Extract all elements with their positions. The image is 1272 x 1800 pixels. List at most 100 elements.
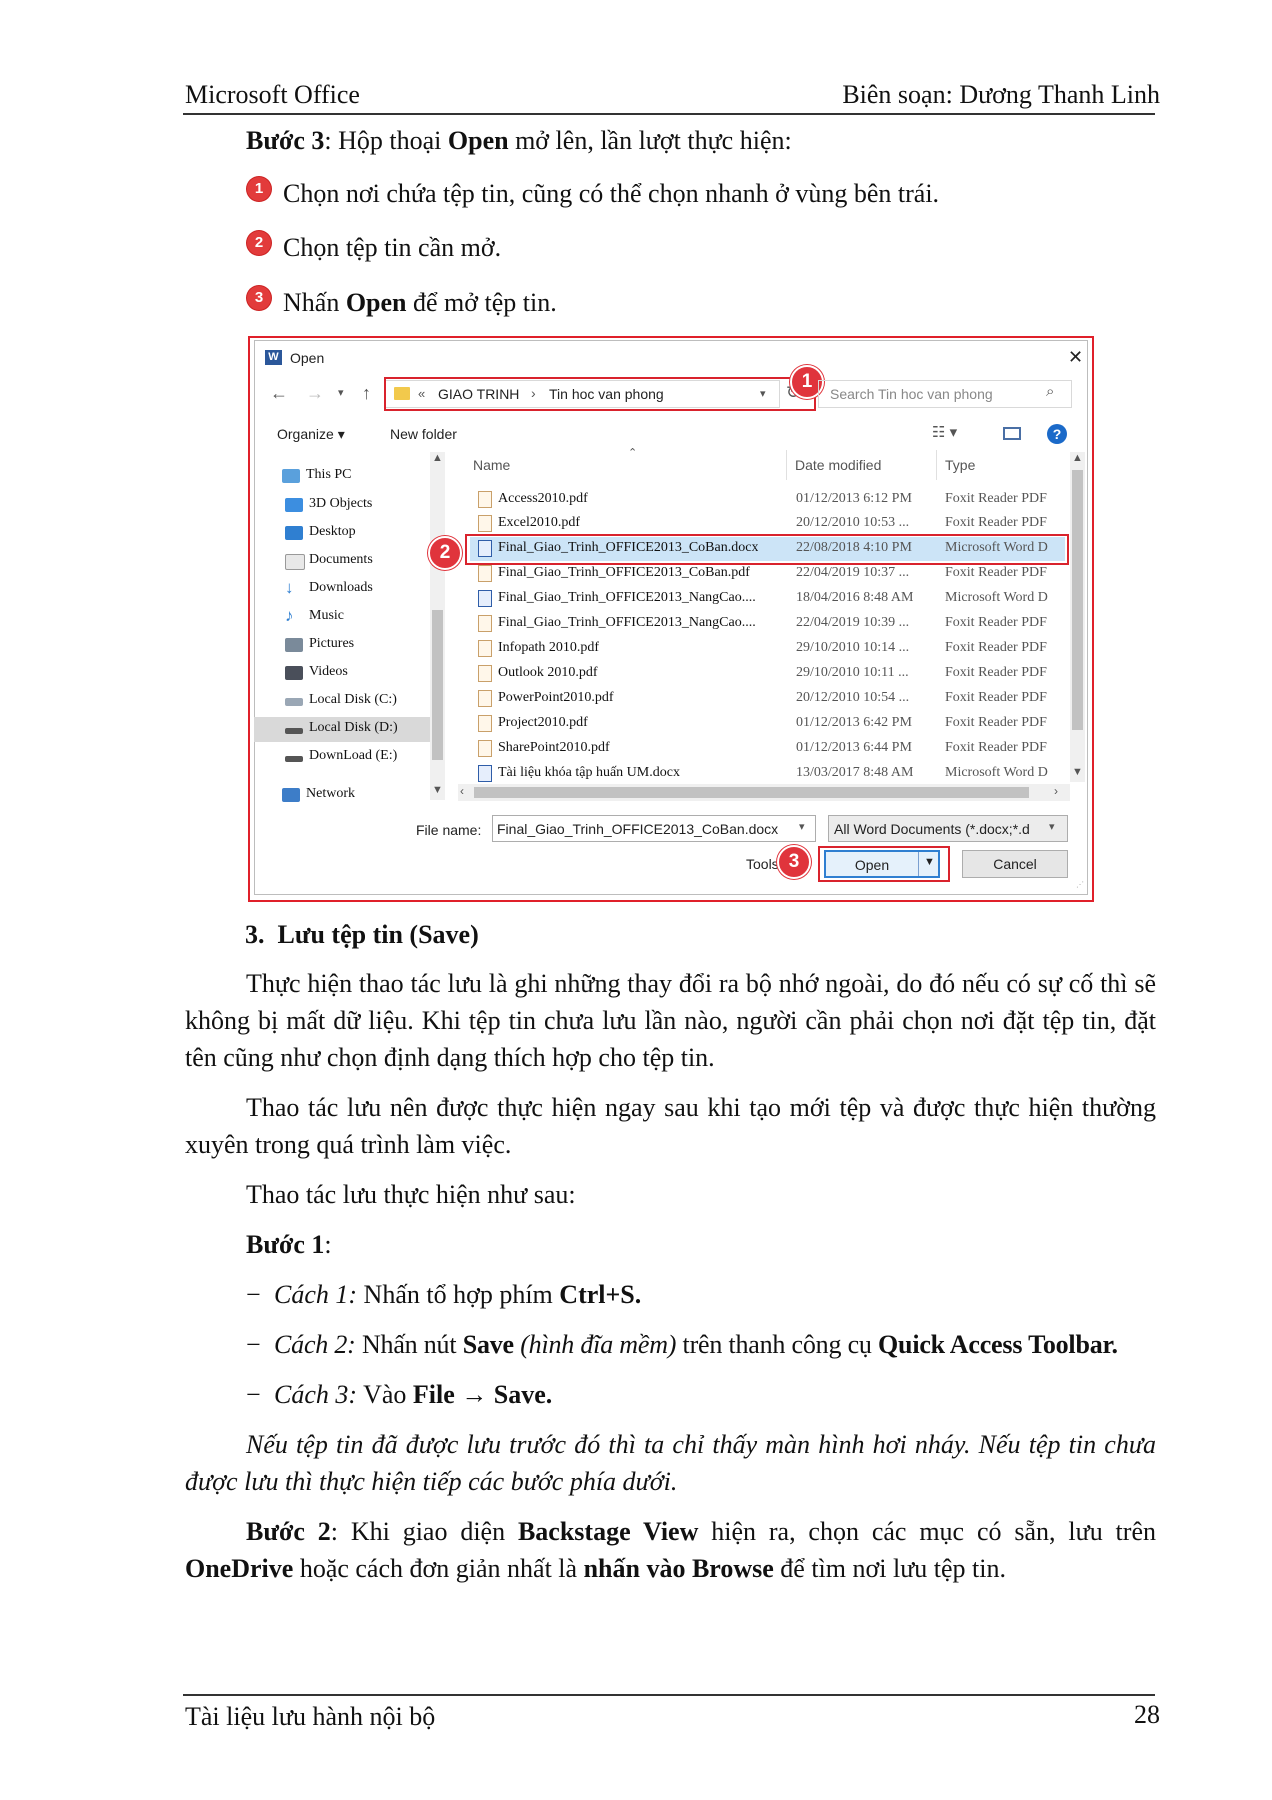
file-row[interactable]: Infopath 2010.pdf 29/10/2010 10:14 ... Fox… [470, 637, 1065, 661]
file-row[interactable]: Final_Giao_Trinh_OFFICE2013_NangCao.... 1… [470, 587, 1065, 611]
file-name: Access2010.pdf [498, 491, 588, 506]
close-icon[interactable]: ✕ [1068, 347, 1083, 368]
file-name-value: Final_Giao_Trinh_OFFICE2013_CoBan.docx [497, 821, 779, 837]
way-3-text: Vào [357, 1380, 413, 1409]
tools-button[interactable]: Tools [746, 856, 779, 872]
pdf-file-icon [478, 515, 492, 532]
paragraph-2: Thao tác lưu nên được thực hiện ngay sau… [185, 1093, 1156, 1159]
up-arrow-icon[interactable]: ↑ [362, 383, 371, 404]
file-row[interactable]: SharePoint2010.pdf 01/12/2013 6:44 PM Foxi… [470, 737, 1065, 761]
way-2-label: Cách 2: [274, 1330, 356, 1359]
bullet-1-icon: 1 [247, 177, 271, 201]
way-3-label: Cách 3: [274, 1380, 358, 1409]
pdf-file-icon [478, 690, 492, 707]
section-number: 3. [245, 920, 265, 949]
back-arrow-icon[interactable]: ← [270, 383, 288, 404]
pdf-file-icon [478, 740, 492, 757]
section-title: Lưu tệp tin (Save) [277, 920, 479, 949]
preview-pane-icon[interactable] [1003, 427, 1021, 440]
cancel-button[interactable]: Cancel [962, 850, 1068, 878]
scroll-down-icon[interactable]: ▼ [1072, 766, 1083, 778]
bullet-1-text: Chọn nơi chứa tệp tin, cũng có thể chọn … [283, 179, 940, 208]
file-row[interactable]: PowerPoint2010.pdf 20/12/2010 10:54 ... Fo… [470, 687, 1065, 711]
column-date[interactable]: Date modified [795, 457, 881, 473]
pdf-file-icon [478, 615, 492, 632]
pdf-file-icon [478, 665, 492, 682]
file-name-dropdown-icon[interactable]: ▾ [799, 820, 805, 833]
search-icon[interactable]: ⌕ [1046, 383, 1054, 400]
nav-label: Pictures [309, 636, 355, 651]
file-row[interactable]: Project2010.pdf 01/12/2013 6:42 PM Foxit R… [470, 712, 1065, 736]
file-type-value: All Word Documents (*.docx;*.d [834, 821, 1030, 837]
step2-b1: Backstage View [517, 1517, 699, 1546]
file-type-dropdown-icon[interactable]: ▾ [1049, 820, 1055, 833]
drive-icon [285, 728, 303, 734]
column-type[interactable]: Type [945, 457, 975, 473]
column-name[interactable]: Name [473, 457, 510, 473]
file-name: Project2010.pdf [498, 715, 588, 730]
file-type: Foxit Reader PDF [945, 690, 1047, 705]
file-row[interactable]: Access2010.pdf 01/12/2013 6:12 PM Foxit Re… [470, 488, 1065, 512]
nav-label: Music [309, 608, 344, 623]
file-row[interactable]: Tài liệu khóa tập huấn UM.docx 13/03/2017… [470, 762, 1065, 786]
header-rule [183, 113, 1155, 115]
file-row[interactable]: Final_Giao_Trinh_OFFICE2013_CoBan.pdf 22/… [470, 562, 1065, 586]
desktop-icon [285, 526, 303, 540]
footer-left: Tài liệu lưu hành nội bộ [185, 1702, 436, 1731]
dash-2: − [246, 1330, 261, 1359]
sort-caret-icon: ⌃ [628, 447, 638, 459]
file-type: Foxit Reader PDF [945, 565, 1047, 580]
file-row[interactable]: Excel2010.pdf 20/12/2010 10:53 ... Foxit R… [470, 512, 1065, 536]
dialog-title: Open [290, 350, 325, 366]
file-type: Foxit Reader PDF [945, 615, 1047, 630]
word-file-icon [478, 590, 492, 607]
resize-grip-icon[interactable]: ⋰ [1076, 880, 1084, 889]
file-type: Foxit Reader PDF [945, 715, 1047, 730]
column-divider[interactable] [786, 450, 787, 480]
step3-open-word: Open [447, 126, 509, 155]
nav-scroll-thumb[interactable] [432, 610, 443, 760]
paragraph-3: Thao tác lưu thực hiện như sau: [246, 1180, 576, 1209]
recent-chevron-icon[interactable]: ▾ [338, 386, 344, 399]
scroll-down-icon[interactable]: ▼ [432, 784, 443, 796]
way-2-italic: (hình đĩa mềm) [513, 1330, 677, 1359]
file-type: Foxit Reader PDF [945, 640, 1047, 655]
header-right: Biên soạn: Dương Thanh Linh [842, 80, 1160, 109]
bullet-3-a: Nhấn [283, 288, 346, 317]
hscroll-thumb[interactable] [474, 787, 1029, 798]
new-folder-button[interactable]: New folder [390, 426, 457, 442]
column-divider[interactable] [936, 450, 937, 480]
music-icon: ♪ [285, 606, 294, 625]
drive-icon [285, 698, 303, 706]
file-name: Tài liệu khóa tập huấn UM.docx [498, 765, 680, 780]
step3-line: Bước 3: Hộp thoại Open mở lên, lần lượt … [246, 122, 792, 159]
scroll-up-icon[interactable]: ▲ [1072, 452, 1083, 464]
help-icon[interactable]: ? [1047, 424, 1067, 444]
scroll-up-icon[interactable]: ▲ [432, 452, 443, 464]
file-list-scroll-thumb[interactable] [1072, 470, 1083, 730]
network-icon [282, 788, 300, 802]
highlight-box-2 [465, 534, 1069, 565]
file-name-label: File name: [416, 822, 482, 838]
pdf-file-icon [478, 565, 492, 582]
word-file-icon [478, 765, 492, 782]
file-row[interactable]: Outlook 2010.pdf 29/10/2010 10:11 ... Foxi… [470, 662, 1065, 686]
step1-label: Bước 1 [246, 1230, 325, 1259]
file-type: Microsoft Word D [945, 765, 1048, 780]
step2-b3: nhấn vào Browse [583, 1554, 774, 1583]
scroll-left-icon[interactable]: ‹ [460, 784, 464, 798]
search-placeholder: Search Tin hoc van phong [830, 386, 993, 402]
view-options-icon[interactable]: ☷ ▾ [932, 423, 957, 441]
organize-button[interactable]: Organize ▾ [277, 426, 345, 443]
file-type: Foxit Reader PDF [945, 740, 1047, 755]
badge-2: 2 [428, 536, 462, 570]
bullet-3-text: Nhấn Open để mở tệp tin. [283, 284, 557, 321]
nav-label: Local Disk (D:) [309, 720, 398, 735]
file-name: Final_Giao_Trinh_OFFICE2013_NangCao.... [498, 590, 756, 605]
scroll-right-icon[interactable]: › [1054, 784, 1058, 798]
step2-e: để tìm nơi lưu tệp tin. [773, 1554, 1007, 1583]
file-date: 22/04/2019 10:37 ... [796, 565, 910, 580]
file-row[interactable]: Final_Giao_Trinh_OFFICE2013_NangCao.... 2… [470, 612, 1065, 636]
forward-arrow-icon[interactable]: → [306, 383, 324, 404]
drive-icon [285, 756, 303, 762]
